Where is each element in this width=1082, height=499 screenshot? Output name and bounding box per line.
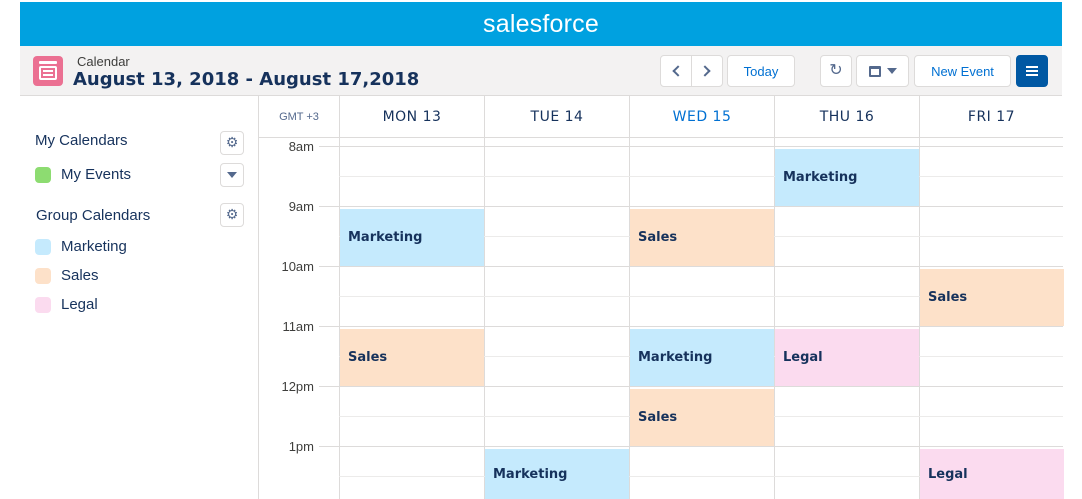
event-sales[interactable]: Sales: [630, 389, 774, 446]
calendar-icon: [33, 56, 63, 86]
my-events-dropdown-button[interactable]: [220, 163, 244, 187]
week-calendar-grid: GMT +3 MON 13 TUE 14 WED 15 THU 16 FRI 1…: [258, 96, 1064, 499]
next-week-button[interactable]: [691, 55, 723, 87]
time-label-8am: 8am: [288, 139, 314, 154]
day-header-wed[interactable]: WED 15: [629, 96, 774, 138]
marketing-color-swatch: [35, 238, 51, 255]
hour-gridline: [339, 326, 1063, 327]
day-column[interactable]: [484, 138, 629, 499]
event-legal[interactable]: Legal: [775, 329, 919, 386]
sidebar-item-label: Sales: [61, 267, 99, 284]
event-legal[interactable]: Legal: [920, 449, 1064, 499]
my-events-color-swatch: [35, 166, 51, 183]
hour-tick: [319, 146, 339, 147]
day-header-thu[interactable]: THU 16: [774, 96, 919, 138]
time-label-12pm: 12pm: [281, 379, 314, 394]
time-label-9am: 9am: [288, 199, 314, 214]
calendar-app: salesforce Calendar August 13, 2018 - Au…: [0, 0, 1082, 499]
event-marketing[interactable]: Marketing: [775, 149, 919, 206]
hour-tick: [319, 326, 339, 327]
timezone-label: GMT +3: [279, 111, 319, 123]
page-title: August 13, 2018 - August 17,2018: [73, 69, 420, 90]
hour-gridline: [339, 146, 1063, 147]
event-sales[interactable]: Sales: [630, 209, 774, 266]
hour-tick: [319, 206, 339, 207]
hamburger-icon: [1026, 70, 1038, 72]
hour-tick: [319, 266, 339, 267]
event-sales[interactable]: Sales: [340, 329, 484, 386]
sidebar-item-marketing[interactable]: Marketing: [35, 238, 127, 255]
day-header-fri[interactable]: FRI 17: [919, 96, 1063, 138]
hour-gridline: [339, 266, 1063, 267]
today-button[interactable]: Today: [727, 55, 795, 87]
hour-gridline: [339, 206, 1063, 207]
view-switcher-button[interactable]: [856, 55, 909, 87]
day-column[interactable]: [339, 138, 484, 499]
my-calendars-settings-button[interactable]: ⚙: [220, 131, 244, 155]
half-hour-gridline: [339, 176, 1063, 177]
header-divider: [259, 137, 1063, 138]
calendar-header: Calendar August 13, 2018 - August 17,201…: [20, 46, 1062, 96]
menu-button[interactable]: [1016, 55, 1048, 87]
time-label-10am: 10am: [281, 259, 314, 274]
group-calendars-heading: Group Calendars: [36, 207, 151, 224]
sidebar: My Calendars ⚙ My Events Group Calendars…: [20, 96, 258, 499]
event-marketing[interactable]: Marketing: [630, 329, 774, 386]
header-subtitle: Calendar: [77, 54, 130, 69]
sidebar-item-sales[interactable]: Sales: [35, 267, 99, 284]
group-calendars-settings-button[interactable]: ⚙: [220, 203, 244, 227]
day-header-mon[interactable]: MON 13: [339, 96, 484, 138]
caret-down-icon: [886, 68, 897, 74]
caret-down-icon: [227, 172, 237, 178]
sales-color-swatch: [35, 267, 51, 284]
chevron-left-icon: [672, 65, 684, 77]
legal-color-swatch: [35, 296, 51, 313]
refresh-button[interactable]: ↻: [820, 55, 852, 87]
time-label-11am: 11am: [282, 319, 314, 334]
hour-gridline: [339, 386, 1063, 387]
event-marketing[interactable]: Marketing: [485, 449, 629, 499]
my-calendars-heading: My Calendars: [35, 132, 128, 149]
event-marketing[interactable]: Marketing: [340, 209, 484, 266]
chevron-right-icon: [699, 65, 711, 77]
new-event-button[interactable]: New Event: [914, 55, 1011, 87]
time-label-1pm: 1pm: [288, 439, 314, 454]
hour-gridline: [339, 446, 1063, 447]
sidebar-item-label: Marketing: [61, 238, 127, 255]
refresh-icon: ↻: [829, 62, 843, 79]
hour-tick: [319, 386, 339, 387]
brand-bar: salesforce: [20, 2, 1062, 46]
previous-week-button[interactable]: [660, 55, 692, 87]
sidebar-item-legal[interactable]: Legal: [35, 296, 98, 313]
salesforce-logo[interactable]: salesforce: [483, 10, 599, 39]
gear-icon: ⚙: [225, 135, 239, 151]
day-header-tue[interactable]: TUE 14: [484, 96, 629, 138]
hour-tick: [319, 446, 339, 447]
sidebar-item-label: My Events: [61, 166, 132, 183]
calendar-view-icon: [868, 65, 881, 77]
sidebar-item-my-events[interactable]: My Events: [35, 166, 131, 183]
event-sales[interactable]: Sales: [920, 269, 1064, 326]
gear-icon: ⚙: [225, 207, 239, 223]
sidebar-item-label: Legal: [61, 296, 98, 313]
